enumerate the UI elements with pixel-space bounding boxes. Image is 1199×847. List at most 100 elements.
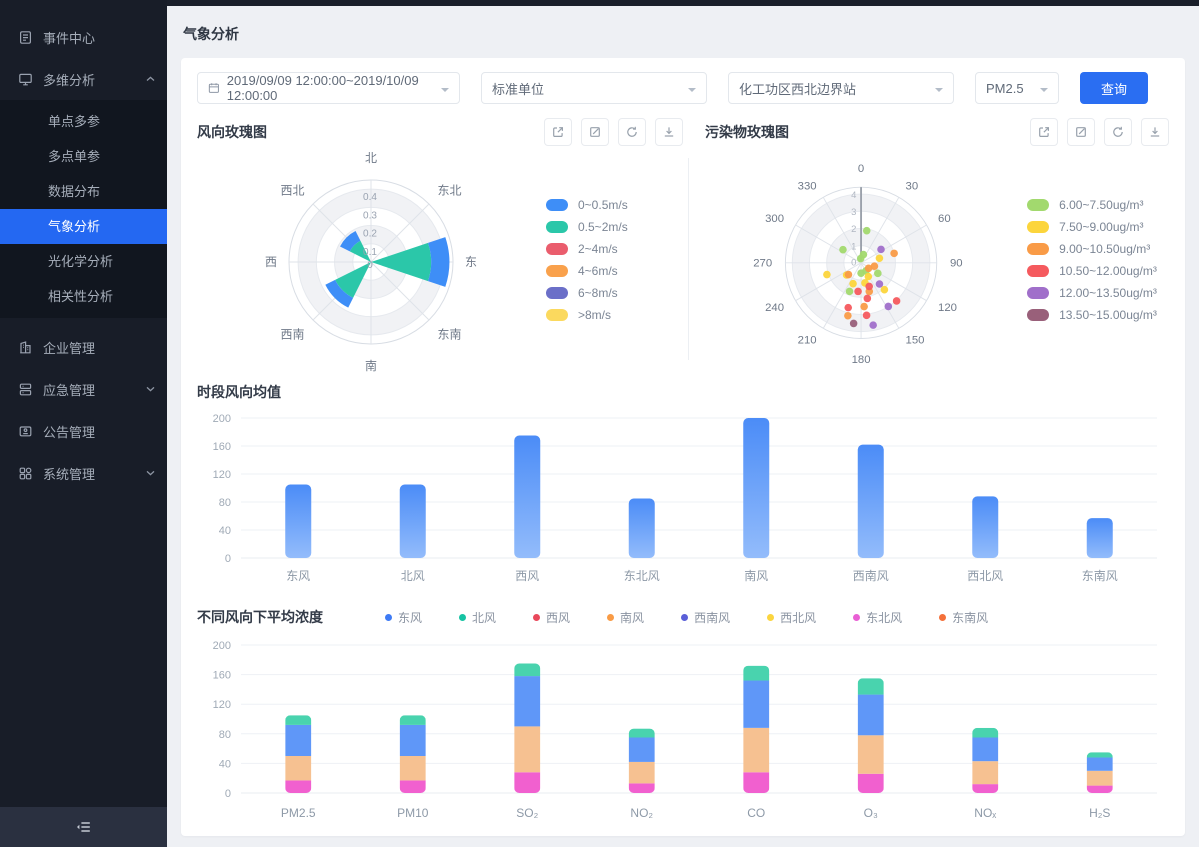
segment-blue <box>400 725 426 756</box>
sidebar-item-multidim-analysis[interactable]: 多维分析 <box>0 58 167 100</box>
sidebar-subitem-multi-point[interactable]: 多点单参 <box>0 139 167 174</box>
stacked-bar[interactable] <box>400 715 426 793</box>
query-button[interactable]: 查询 <box>1080 72 1148 104</box>
legend-item[interactable]: 西风 <box>533 609 570 626</box>
y-tick-label: 120 <box>213 469 231 481</box>
bar[interactable] <box>285 485 311 559</box>
sidebar-subitem-correlation[interactable]: 相关性分析 <box>0 279 167 314</box>
refresh-button[interactable] <box>1104 118 1132 146</box>
export-button[interactable] <box>544 118 572 146</box>
pollutant-rose-chart[interactable]: 030609012015018021024027030033043210 <box>705 146 1017 374</box>
direction-label: 北 <box>365 151 377 165</box>
bar[interactable] <box>514 436 540 559</box>
y-tick-label: 40 <box>219 758 231 770</box>
legend-label: 西南风 <box>694 609 730 626</box>
direction-label: 南 <box>365 358 377 373</box>
sidebar-subitem-single-point[interactable]: 单点多参 <box>0 104 167 139</box>
stacked-bar[interactable] <box>972 728 998 793</box>
legend-item[interactable]: 7.50~9.00ug/m³ <box>1027 216 1169 238</box>
sidebar-item-enterprise[interactable]: 企业管理 <box>0 326 167 368</box>
legend-item[interactable]: 6.00~7.50ug/m³ <box>1027 194 1169 216</box>
sidebar-item-label: 事件中心 <box>43 28 155 47</box>
legend-label: 10.50~12.00ug/m³ <box>1059 264 1157 278</box>
pollutant-rose-title: 污染物玫瑰图 <box>705 122 1021 142</box>
dir-conc-stacked-chart[interactable]: 04080120160200PM2.5PM10SO₂NO₂COO₃NOₓH₂S <box>197 631 1165 831</box>
legend-item[interactable]: 10.50~12.00ug/m³ <box>1027 260 1169 282</box>
legend-item[interactable]: 东南风 <box>939 609 988 626</box>
wind-avg-bar-chart[interactable]: 04080120160200东风北风西风东北风南风西南风西北风东南风 <box>197 406 1165 594</box>
legend-item[interactable]: >8m/s <box>546 304 674 326</box>
stacked-bar[interactable] <box>858 678 884 793</box>
sidebar-item-label: 系统管理 <box>43 464 136 483</box>
legend-item[interactable]: 西北风 <box>767 609 816 626</box>
bar[interactable] <box>629 499 655 559</box>
legend-item[interactable]: 9.00~10.50ug/m³ <box>1027 238 1169 260</box>
stacked-bar[interactable] <box>629 729 655 793</box>
unit-select[interactable]: 标准单位 <box>481 72 707 104</box>
sidebar-item-event-center[interactable]: 事件中心 <box>0 16 167 58</box>
scatter-point <box>865 265 873 273</box>
legend-item[interactable]: 6~8m/s <box>546 282 674 304</box>
legend-item[interactable]: 南风 <box>607 609 644 626</box>
download-button[interactable] <box>655 118 683 146</box>
wind-rose-chart[interactable]: 0.40.30.20.10北东北东东南南西南西西北 <box>206 146 536 374</box>
stacked-bar[interactable] <box>285 715 311 793</box>
y-tick-label: 40 <box>219 525 231 537</box>
sidebar-item-emergency[interactable]: 应急管理 <box>0 368 167 410</box>
legend-item[interactable]: 东北风 <box>853 609 902 626</box>
wind-rose-panel: 风向玫瑰图 0.40.30.20.10北东北东东南南西南西西北 0~0.5m/s… <box>197 116 683 374</box>
export-button[interactable] <box>1030 118 1058 146</box>
segment-teal <box>514 664 540 677</box>
edit-button[interactable] <box>581 118 609 146</box>
legend-item[interactable]: 4~6m/s <box>546 260 674 282</box>
edit-button[interactable] <box>1067 118 1095 146</box>
legend-swatch <box>546 309 568 321</box>
legend-swatch <box>1027 265 1049 277</box>
segment-pink <box>285 780 311 793</box>
legend-item[interactable]: 西南风 <box>681 609 730 626</box>
refresh-button[interactable] <box>618 118 646 146</box>
sidebar-item-system[interactable]: 系统管理 <box>0 452 167 494</box>
legend-item[interactable]: 13.50~15.00ug/m³ <box>1027 304 1169 326</box>
segment-orange <box>514 726 540 772</box>
legend-dot <box>767 614 774 621</box>
bar[interactable] <box>1087 518 1113 558</box>
legend-item[interactable]: 东风 <box>385 609 422 626</box>
legend-item[interactable]: 北风 <box>459 609 496 626</box>
caret-down-icon <box>1040 88 1048 96</box>
legend-item[interactable]: 12.00~13.50ug/m³ <box>1027 282 1169 304</box>
legend-dot <box>533 614 540 621</box>
legend-item[interactable]: 2~4m/s <box>546 238 674 260</box>
bar[interactable] <box>743 418 769 558</box>
station-select[interactable]: 化工功区西北边界站 <box>728 72 954 104</box>
pollutant-select[interactable]: PM2.5 <box>975 72 1059 104</box>
legend-item[interactable]: 0~0.5m/s <box>546 194 674 216</box>
scatter-point <box>845 271 853 279</box>
scatter-point <box>876 254 884 262</box>
x-category-label: 西南风 <box>853 568 889 583</box>
stacked-bar[interactable] <box>514 664 540 794</box>
x-category-label: 北风 <box>401 569 425 583</box>
scatter-point <box>893 297 901 305</box>
stacked-bar[interactable] <box>743 666 769 793</box>
legend-label: 0.5~2m/s <box>578 220 628 234</box>
radial-tick-label: 0.4 <box>363 192 377 203</box>
bar[interactable] <box>858 445 884 558</box>
edit-icon <box>1074 125 1088 139</box>
chevron-down-icon <box>146 470 155 476</box>
stacked-bar[interactable] <box>1087 752 1113 793</box>
sidebar-item-notice[interactable]: 公告管理 <box>0 410 167 452</box>
export-icon <box>1037 125 1051 139</box>
sidebar-subitem-photochemical[interactable]: 光化学分析 <box>0 244 167 279</box>
x-category-label: 东南风 <box>1082 568 1118 583</box>
download-button[interactable] <box>1141 118 1169 146</box>
sidebar-subitem-weather-analysis[interactable]: 气象分析 <box>0 209 167 244</box>
legend-item[interactable]: 0.5~2m/s <box>546 216 674 238</box>
y-tick-label: 80 <box>219 497 231 509</box>
bar[interactable] <box>972 496 998 558</box>
sidebar-subitem-data-distribution[interactable]: 数据分布 <box>0 174 167 209</box>
scatter-point <box>844 304 852 312</box>
date-range-picker[interactable]: 2019/09/09 12:00:00~2019/10/09 12:00:00 <box>197 72 460 104</box>
sidebar-collapse-button[interactable] <box>0 807 167 847</box>
bar[interactable] <box>400 485 426 559</box>
